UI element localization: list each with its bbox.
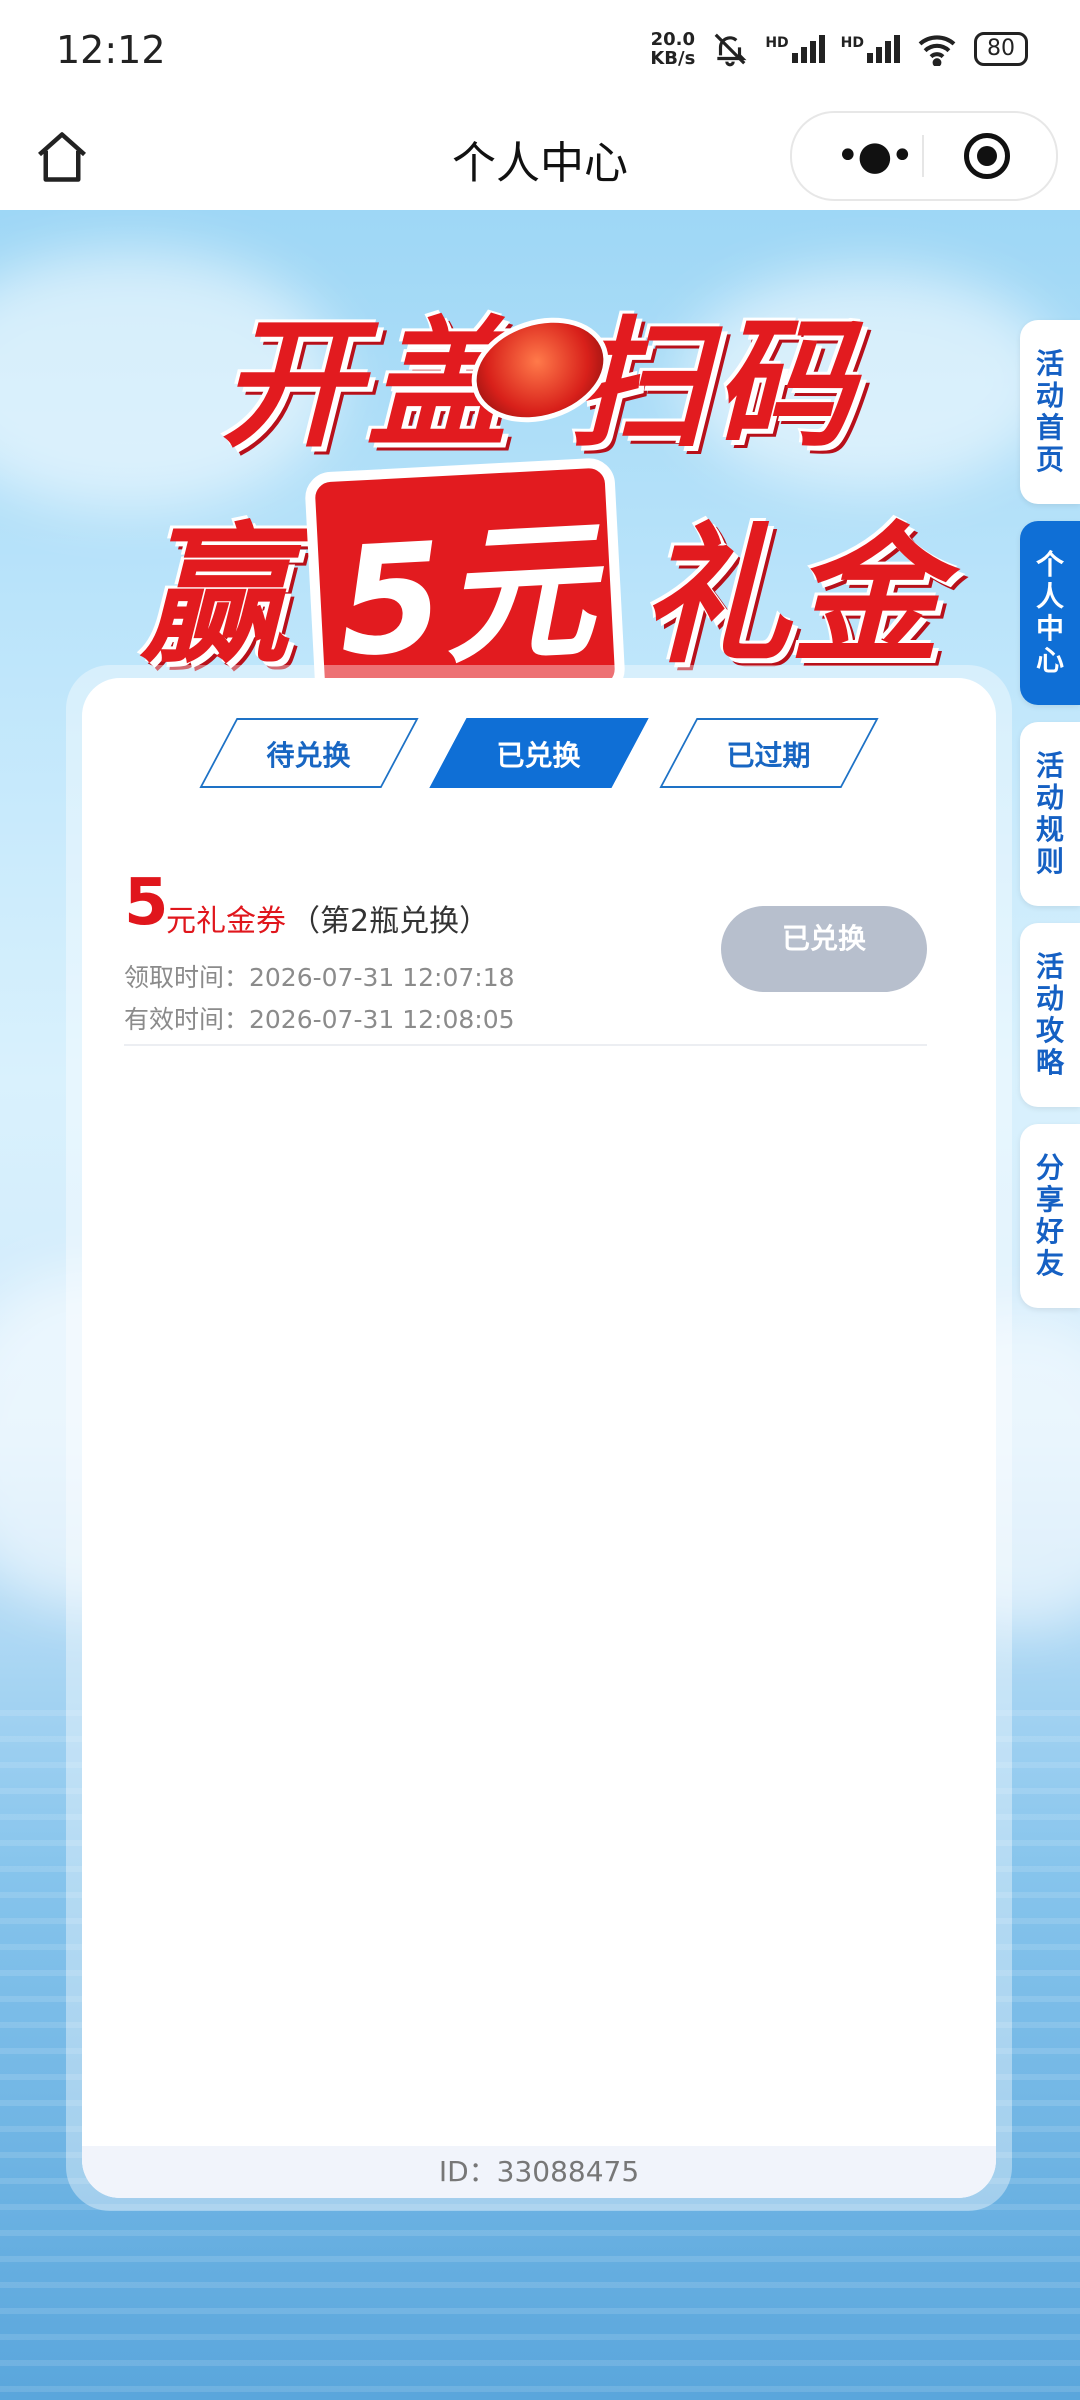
redeemed-button[interactable]: 已兑换 xyxy=(721,906,927,992)
coupon-card: 待兑换 已兑换 已过期 5 元礼金券 （第2瓶兑换） 领取时间：2026-07-… xyxy=(82,678,996,2198)
more-button[interactable]: •●• xyxy=(828,113,920,199)
more-icon: •●• xyxy=(835,133,914,179)
tab-redeemed[interactable]: 已兑换 xyxy=(429,718,649,788)
coupon-tabs: 待兑换 已兑换 已过期 xyxy=(82,718,996,792)
side-nav-profile[interactable]: 个人中心 xyxy=(1020,521,1080,705)
side-nav-home[interactable]: 活动首页 xyxy=(1020,320,1080,504)
valid-time: 有效时间：2026-07-31 12:08:05 xyxy=(124,1005,515,1034)
network-speed: 20.0 KB/s xyxy=(650,29,696,69)
status-time: 12:12 xyxy=(56,28,166,72)
signal-icon: HD xyxy=(765,35,825,63)
side-nav-rules[interactable]: 活动规则 xyxy=(1020,722,1080,906)
mini-program-capsule: •●• xyxy=(790,111,1058,201)
coupon-amount: 5 xyxy=(124,866,169,940)
capsule-divider xyxy=(922,135,924,177)
coupon-type: 元礼金券 xyxy=(166,904,286,939)
side-nav-share[interactable]: 分享好友 xyxy=(1020,1124,1080,1308)
battery-icon: 80 xyxy=(974,32,1028,66)
nav-bar: 个人中心 •●• xyxy=(0,105,1080,210)
close-program-button[interactable] xyxy=(964,133,1010,179)
side-nav-guide[interactable]: 活动攻略 xyxy=(1020,923,1080,1107)
tab-expired[interactable]: 已过期 xyxy=(659,718,879,788)
receive-time: 领取时间：2026-07-31 12:07:18 xyxy=(124,963,515,992)
status-icons: 20.0 KB/s HD HD 80 xyxy=(650,30,1028,68)
status-bar: 12:12 20.0 KB/s HD HD 80 xyxy=(0,0,1080,105)
wifi-icon xyxy=(918,35,956,66)
signal-icon: HD xyxy=(841,35,900,63)
user-id: ID：33088475 xyxy=(82,2146,996,2198)
mute-bell-icon xyxy=(714,33,747,67)
coupon-note: （第2瓶兑换） xyxy=(290,904,490,939)
tab-pending[interactable]: 待兑换 xyxy=(199,718,419,788)
coupon-item: 5 元礼金券 （第2瓶兑换） 领取时间：2026-07-31 12:07:18 … xyxy=(124,868,927,1046)
